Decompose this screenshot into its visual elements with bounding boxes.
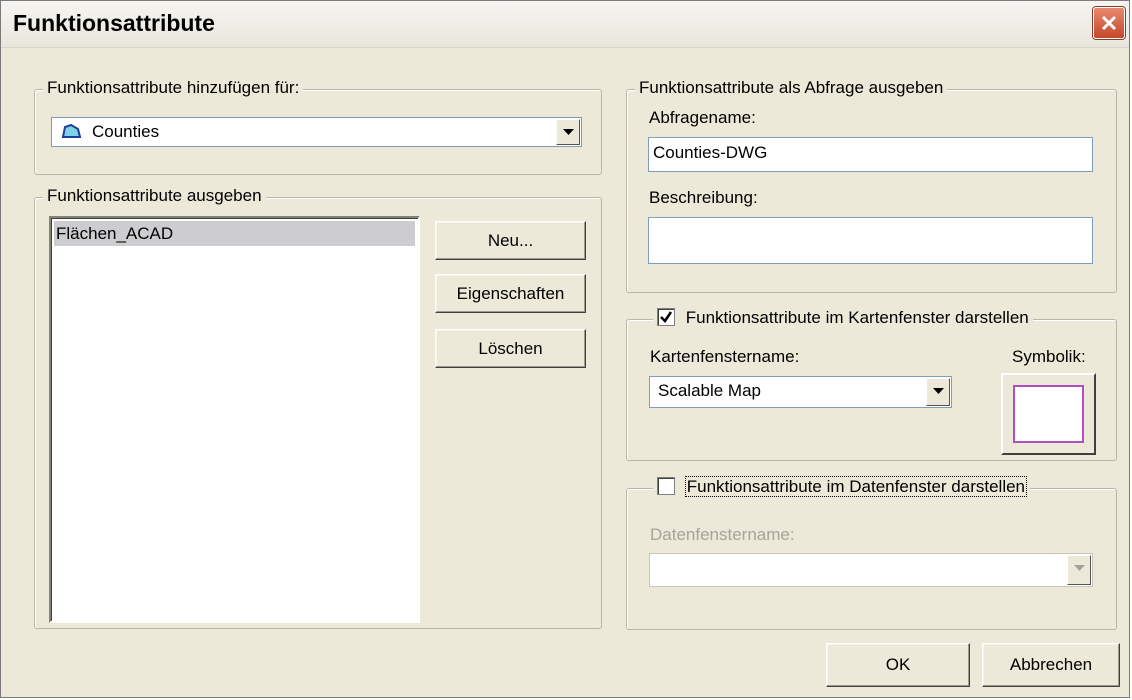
map-window-dropdown[interactable] [926, 378, 950, 406]
add-for-legend: Funktionsattribute hinzufügen für: [43, 78, 304, 98]
dialog-title: Funktionsattribute [13, 10, 215, 36]
layer-select-value: Counties [92, 122, 160, 141]
title-bar: Funktionsattribute [1, 1, 1129, 48]
layer-select[interactable]: Counties [51, 117, 582, 147]
query-name-input[interactable]: Counties-DWG [648, 137, 1093, 172]
data-window-name-label: Datenfenstername: [650, 525, 795, 544]
delete-button[interactable]: Löschen [435, 329, 586, 368]
ok-button[interactable]: OK [826, 643, 970, 687]
output-group: Funktionsattribute ausgeben Flächen_ACAD… [34, 186, 602, 629]
output-legend: Funktionsattribute ausgeben [43, 186, 266, 206]
query-legend: Funktionsattribute als Abfrage ausgeben [635, 78, 948, 98]
description-input[interactable] [648, 217, 1093, 264]
layer-select-dropdown[interactable] [556, 119, 580, 145]
data-window-select[interactable] [649, 553, 1093, 587]
symbol-swatch-button[interactable] [1001, 373, 1096, 455]
close-button[interactable] [1093, 7, 1125, 39]
list-item[interactable]: Flächen_ACAD [54, 221, 415, 246]
symbol-swatch [1013, 385, 1084, 443]
map-checkbox-row[interactable]: Funktionsattribute im Kartenfenster dars… [653, 308, 1033, 328]
data-window-checkbox[interactable] [657, 477, 675, 495]
map-window-group: Funktionsattribute im Kartenfenster dars… [626, 308, 1117, 461]
attribute-list[interactable]: Flächen_ACAD [49, 216, 420, 623]
polygon-layer-icon [61, 123, 82, 138]
query-group: Funktionsattribute als Abfrage ausgeben … [626, 78, 1117, 293]
description-label: Beschreibung: [649, 188, 758, 207]
map-window-name-label: Kartenfenstername: [650, 347, 800, 366]
map-window-select-value: Scalable Map [658, 381, 762, 400]
chevron-down-icon [933, 388, 944, 394]
data-window-group: Funktionsattribute im Datenfenster darst… [626, 476, 1117, 630]
map-window-select[interactable]: Scalable Map [649, 376, 952, 408]
symbol-label: Symbolik: [1012, 347, 1086, 366]
dialog-window: Funktionsattribute Funktionsattribute hi… [0, 0, 1130, 698]
checkmark-icon [660, 311, 673, 323]
data-window-dropdown[interactable] [1067, 555, 1091, 585]
cancel-button[interactable]: Abbrechen [982, 643, 1120, 687]
map-window-checkbox[interactable] [657, 308, 675, 326]
data-checkbox-row[interactable]: Funktionsattribute im Datenfenster darst… [653, 476, 1031, 497]
new-button[interactable]: Neu... [435, 221, 586, 260]
chevron-down-icon [563, 129, 574, 135]
map-window-checkbox-label: Funktionsattribute im Kartenfenster dars… [685, 308, 1029, 327]
query-name-value: Counties-DWG [653, 143, 768, 162]
query-name-label: Abfragename: [649, 108, 756, 127]
data-window-checkbox-label: Funktionsattribute im Datenfenster darst… [684, 476, 1028, 497]
properties-button[interactable]: Eigenschaften [435, 274, 586, 313]
add-for-group: Funktionsattribute hinzufügen für: Count… [34, 78, 602, 175]
close-icon [1101, 15, 1117, 31]
chevron-down-icon [1074, 565, 1085, 571]
